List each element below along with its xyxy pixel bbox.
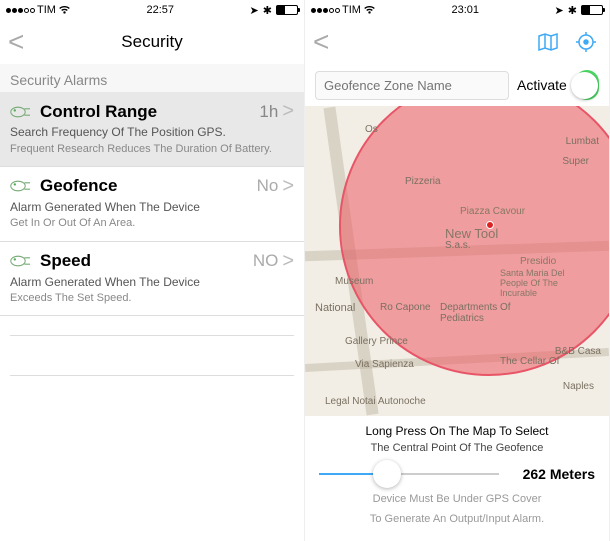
section-header: Security Alarms [0, 64, 304, 92]
battery-icon [276, 5, 298, 15]
wifi-icon [363, 5, 376, 15]
battery-icon [581, 5, 603, 15]
back-button[interactable]: < [8, 26, 24, 58]
back-button[interactable]: < [313, 26, 329, 58]
map-label: Os [365, 124, 378, 135]
row-subtitle-2: Frequent Research Reduces The Duration O… [10, 143, 294, 156]
row-subtitle: Search Frequency Of The Position GPS. [10, 125, 294, 141]
nav-bar: < Security [0, 20, 304, 64]
map-label: National [315, 302, 355, 314]
map-label: Legal Notai Autonoche [325, 396, 426, 407]
chevron-right-icon: > [282, 100, 294, 123]
security-settings-screen: TIM 22:57 ➤ ✱ < Security Security Alarms… [0, 0, 305, 541]
map-label: Gallery Prince [345, 336, 408, 347]
chevron-right-icon: > [282, 175, 294, 198]
map[interactable]: Lumbat Super Os Pizzeria Piazza Cavour N… [305, 106, 609, 416]
radius-value: 262 Meters [509, 466, 595, 482]
locate-icon[interactable] [573, 29, 599, 55]
geofence-map-screen: TIM 23:01 ➤ ✱ < Activate [305, 0, 610, 541]
row-subtitle: Alarm Generated When The Device [10, 200, 294, 216]
map-hint-1: Long Press On The Map To Select [305, 416, 609, 442]
clock-label: 22:57 [146, 4, 174, 16]
row-title: Control Range [40, 102, 157, 122]
nav-bar: < [305, 20, 609, 64]
map-label: Ro Capone [380, 302, 431, 313]
zone-name-input[interactable] [315, 71, 509, 100]
map-icon[interactable] [535, 29, 561, 55]
activate-toggle[interactable] [575, 70, 599, 100]
clock-label: 23:01 [451, 4, 479, 16]
wifi-icon [58, 5, 71, 15]
location-icon: ➤ [250, 4, 259, 17]
bluetooth-icon: ✱ [568, 4, 577, 17]
activate-label: Activate [517, 77, 567, 93]
gps-hint-1: Device Must Be Under GPS Cover [305, 486, 609, 512]
chevron-right-icon: > [282, 250, 294, 273]
gps-hint-2: To Generate An Output/Input Alarm. [305, 512, 609, 532]
geofence-toolbar: Activate [305, 64, 609, 106]
status-bar: TIM 23:01 ➤ ✱ [305, 0, 609, 20]
location-icon: ➤ [555, 4, 564, 17]
row-value: No [257, 176, 279, 196]
geofence-row[interactable]: Geofence No > Alarm Generated When The D… [0, 167, 304, 242]
map-label: New Tool [445, 226, 498, 241]
map-label: The Cellar Of [500, 356, 559, 367]
map-hint-2: The Central Point Of The Geofence [305, 442, 609, 462]
divider [10, 326, 294, 336]
map-label: Presidio [520, 256, 556, 267]
track-icon [10, 179, 34, 193]
page-title: Security [121, 32, 182, 52]
track-icon [10, 254, 34, 268]
row-value: 1h [259, 102, 278, 122]
signal-dots-icon [6, 8, 35, 13]
map-label: Naples [563, 381, 594, 392]
map-label: Piazza Cavour [460, 206, 525, 217]
map-label: B&B Casa [555, 346, 601, 357]
map-label: S.a.s. [445, 240, 471, 251]
carrier-label: TIM [342, 4, 361, 16]
control-range-row[interactable]: Control Range 1h > Search Frequency Of T… [0, 92, 304, 167]
map-label: Via Sapienza [355, 359, 414, 370]
status-bar: TIM 22:57 ➤ ✱ [0, 0, 304, 20]
row-title: Geofence [40, 176, 117, 196]
track-icon [10, 105, 34, 119]
radius-slider-row: 262 Meters [305, 462, 609, 486]
divider [10, 366, 294, 376]
map-label: Super [562, 156, 589, 167]
row-subtitle-2: Exceeds The Set Speed. [10, 292, 294, 305]
speed-row[interactable]: Speed NO > Alarm Generated When The Devi… [0, 242, 304, 317]
radius-slider[interactable] [319, 473, 499, 475]
signal-dots-icon [311, 8, 340, 13]
row-value: NO [253, 251, 279, 271]
map-label: Departments Of Pediatrics [440, 302, 530, 324]
map-label: Museum [335, 276, 373, 287]
carrier-label: TIM [37, 4, 56, 16]
map-label: Santa Maria Del People Of The Incurable [500, 268, 595, 298]
map-label: Lumbat [566, 136, 599, 147]
row-title: Speed [40, 251, 91, 271]
map-label: Pizzeria [405, 176, 441, 187]
bluetooth-icon: ✱ [263, 4, 272, 17]
row-subtitle: Alarm Generated When The Device [10, 275, 294, 291]
row-subtitle-2: Get In Or Out Of An Area. [10, 217, 294, 230]
